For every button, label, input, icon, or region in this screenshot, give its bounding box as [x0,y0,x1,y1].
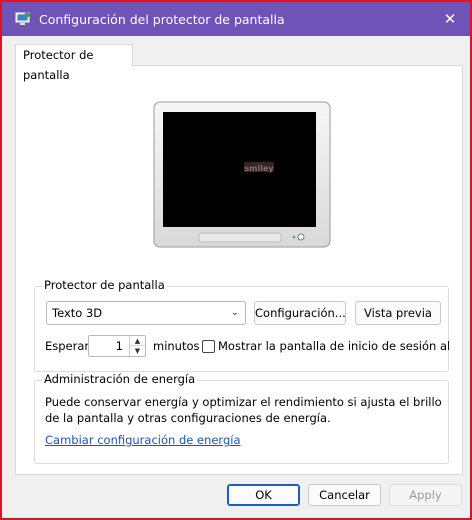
chevron-down-icon: ⌄ [230,307,239,318]
minutes-label: minutos [153,339,200,353]
screensaver-group-title: Protector de pantalla [42,278,167,292]
ok-button[interactable]: OK [227,484,300,506]
tab-screensaver[interactable]: Protector de pantalla [15,44,133,82]
screensaver-select[interactable]: Texto 3D ⌄ [46,301,246,325]
preview-button[interactable]: Vista previa [355,301,441,325]
display-settings-icon [15,12,30,25]
power-group: Administración de energía Puede conserva… [34,372,449,464]
change-power-settings-link[interactable]: Cambiar configuración de energía [45,433,241,447]
window-title: Configuración del protector de pantalla [39,12,285,27]
title-bar[interactable]: Configuración del protector de pantalla … [2,2,470,36]
screen-preview: smiley [244,162,274,173]
logon-checkbox-label[interactable]: Mostrar la pantalla de inicio de sesión … [218,339,449,353]
wait-label: Esperar: [45,339,93,353]
screensaver-selected: Texto 3D [52,306,103,320]
wait-value: 1 [115,339,123,353]
logon-checkbox[interactable] [202,340,215,353]
stepper-up-button[interactable]: ▲ [130,336,145,346]
screensaver-group: Protector de pantalla Texto 3D ⌄ Configu… [34,278,449,372]
cancel-button[interactable]: Cancelar [308,484,381,506]
stepper-down-button[interactable]: ▼ [130,346,145,356]
screensaver-settings-dialog: Configuración del protector de pantalla … [2,2,470,518]
screensaver-panel: smiley Protector de pantalla Texto 3D ⌄ … [15,65,463,475]
screen-text: smiley [244,164,274,173]
apply-button: Apply [389,484,462,506]
close-button[interactable]: ✕ [438,8,462,30]
power-description: Puede conservar energía y optimizar el r… [45,395,442,425]
settings-button[interactable]: Configuración... [254,301,346,325]
monitor-icon: smiley [153,101,331,248]
power-group-title: Administración de energía [42,372,198,386]
stepper-arrows: ▲ ▼ [129,336,145,356]
wait-minutes-stepper[interactable]: 1 ▲ ▼ [88,335,146,357]
